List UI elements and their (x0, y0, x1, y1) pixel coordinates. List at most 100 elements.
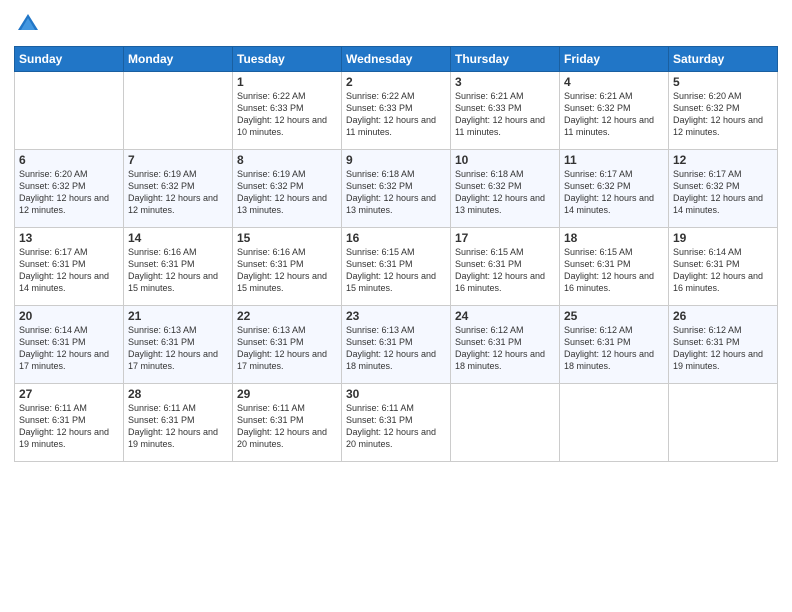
day-cell: 23Sunrise: 6:13 AMSunset: 6:31 PMDayligh… (342, 306, 451, 384)
day-cell: 9Sunrise: 6:18 AMSunset: 6:32 PMDaylight… (342, 150, 451, 228)
day-cell: 1Sunrise: 6:22 AMSunset: 6:33 PMDaylight… (233, 72, 342, 150)
day-cell: 25Sunrise: 6:12 AMSunset: 6:31 PMDayligh… (560, 306, 669, 384)
week-row-1: 6Sunrise: 6:20 AMSunset: 6:32 PMDaylight… (15, 150, 778, 228)
weekday-header-saturday: Saturday (669, 47, 778, 72)
day-info: Sunrise: 6:12 AMSunset: 6:31 PMDaylight:… (673, 324, 773, 373)
day-number: 28 (128, 387, 228, 401)
day-info: Sunrise: 6:22 AMSunset: 6:33 PMDaylight:… (237, 90, 337, 139)
day-info: Sunrise: 6:11 AMSunset: 6:31 PMDaylight:… (237, 402, 337, 451)
day-cell: 16Sunrise: 6:15 AMSunset: 6:31 PMDayligh… (342, 228, 451, 306)
day-cell: 29Sunrise: 6:11 AMSunset: 6:31 PMDayligh… (233, 384, 342, 462)
week-row-4: 27Sunrise: 6:11 AMSunset: 6:31 PMDayligh… (15, 384, 778, 462)
day-number: 17 (455, 231, 555, 245)
day-cell (451, 384, 560, 462)
day-info: Sunrise: 6:11 AMSunset: 6:31 PMDaylight:… (128, 402, 228, 451)
week-row-2: 13Sunrise: 6:17 AMSunset: 6:31 PMDayligh… (15, 228, 778, 306)
weekday-header-sunday: Sunday (15, 47, 124, 72)
day-info: Sunrise: 6:12 AMSunset: 6:31 PMDaylight:… (455, 324, 555, 373)
day-cell: 3Sunrise: 6:21 AMSunset: 6:33 PMDaylight… (451, 72, 560, 150)
day-number: 30 (346, 387, 446, 401)
day-cell (15, 72, 124, 150)
day-info: Sunrise: 6:13 AMSunset: 6:31 PMDaylight:… (346, 324, 446, 373)
day-info: Sunrise: 6:11 AMSunset: 6:31 PMDaylight:… (346, 402, 446, 451)
day-info: Sunrise: 6:13 AMSunset: 6:31 PMDaylight:… (237, 324, 337, 373)
day-info: Sunrise: 6:19 AMSunset: 6:32 PMDaylight:… (237, 168, 337, 217)
day-number: 18 (564, 231, 664, 245)
weekday-header-thursday: Thursday (451, 47, 560, 72)
day-info: Sunrise: 6:15 AMSunset: 6:31 PMDaylight:… (455, 246, 555, 295)
day-info: Sunrise: 6:15 AMSunset: 6:31 PMDaylight:… (346, 246, 446, 295)
day-cell: 28Sunrise: 6:11 AMSunset: 6:31 PMDayligh… (124, 384, 233, 462)
day-number: 26 (673, 309, 773, 323)
day-info: Sunrise: 6:17 AMSunset: 6:32 PMDaylight:… (564, 168, 664, 217)
weekday-header-tuesday: Tuesday (233, 47, 342, 72)
day-number: 14 (128, 231, 228, 245)
day-info: Sunrise: 6:17 AMSunset: 6:32 PMDaylight:… (673, 168, 773, 217)
day-info: Sunrise: 6:21 AMSunset: 6:32 PMDaylight:… (564, 90, 664, 139)
day-cell: 5Sunrise: 6:20 AMSunset: 6:32 PMDaylight… (669, 72, 778, 150)
day-info: Sunrise: 6:22 AMSunset: 6:33 PMDaylight:… (346, 90, 446, 139)
day-cell: 4Sunrise: 6:21 AMSunset: 6:32 PMDaylight… (560, 72, 669, 150)
weekday-header-friday: Friday (560, 47, 669, 72)
header-row: SundayMondayTuesdayWednesdayThursdayFrid… (15, 47, 778, 72)
day-cell: 27Sunrise: 6:11 AMSunset: 6:31 PMDayligh… (15, 384, 124, 462)
day-info: Sunrise: 6:15 AMSunset: 6:31 PMDaylight:… (564, 246, 664, 295)
day-cell: 7Sunrise: 6:19 AMSunset: 6:32 PMDaylight… (124, 150, 233, 228)
day-cell (669, 384, 778, 462)
day-info: Sunrise: 6:14 AMSunset: 6:31 PMDaylight:… (673, 246, 773, 295)
day-cell: 15Sunrise: 6:16 AMSunset: 6:31 PMDayligh… (233, 228, 342, 306)
page: SundayMondayTuesdayWednesdayThursdayFrid… (0, 0, 792, 612)
day-cell: 18Sunrise: 6:15 AMSunset: 6:31 PMDayligh… (560, 228, 669, 306)
day-number: 4 (564, 75, 664, 89)
day-cell: 21Sunrise: 6:13 AMSunset: 6:31 PMDayligh… (124, 306, 233, 384)
day-number: 5 (673, 75, 773, 89)
week-row-0: 1Sunrise: 6:22 AMSunset: 6:33 PMDaylight… (15, 72, 778, 150)
day-number: 23 (346, 309, 446, 323)
day-cell: 11Sunrise: 6:17 AMSunset: 6:32 PMDayligh… (560, 150, 669, 228)
day-info: Sunrise: 6:21 AMSunset: 6:33 PMDaylight:… (455, 90, 555, 139)
day-info: Sunrise: 6:11 AMSunset: 6:31 PMDaylight:… (19, 402, 119, 451)
day-number: 6 (19, 153, 119, 167)
day-info: Sunrise: 6:18 AMSunset: 6:32 PMDaylight:… (346, 168, 446, 217)
weekday-header-monday: Monday (124, 47, 233, 72)
day-cell (124, 72, 233, 150)
day-cell: 20Sunrise: 6:14 AMSunset: 6:31 PMDayligh… (15, 306, 124, 384)
day-info: Sunrise: 6:19 AMSunset: 6:32 PMDaylight:… (128, 168, 228, 217)
day-info: Sunrise: 6:16 AMSunset: 6:31 PMDaylight:… (128, 246, 228, 295)
day-cell: 13Sunrise: 6:17 AMSunset: 6:31 PMDayligh… (15, 228, 124, 306)
day-info: Sunrise: 6:20 AMSunset: 6:32 PMDaylight:… (19, 168, 119, 217)
day-info: Sunrise: 6:12 AMSunset: 6:31 PMDaylight:… (564, 324, 664, 373)
day-number: 29 (237, 387, 337, 401)
day-cell: 2Sunrise: 6:22 AMSunset: 6:33 PMDaylight… (342, 72, 451, 150)
day-number: 16 (346, 231, 446, 245)
day-number: 24 (455, 309, 555, 323)
logo (14, 10, 44, 38)
weekday-header-wednesday: Wednesday (342, 47, 451, 72)
logo-icon (14, 10, 42, 38)
day-number: 9 (346, 153, 446, 167)
day-cell: 17Sunrise: 6:15 AMSunset: 6:31 PMDayligh… (451, 228, 560, 306)
day-info: Sunrise: 6:13 AMSunset: 6:31 PMDaylight:… (128, 324, 228, 373)
day-info: Sunrise: 6:18 AMSunset: 6:32 PMDaylight:… (455, 168, 555, 217)
day-info: Sunrise: 6:17 AMSunset: 6:31 PMDaylight:… (19, 246, 119, 295)
day-cell: 24Sunrise: 6:12 AMSunset: 6:31 PMDayligh… (451, 306, 560, 384)
day-number: 13 (19, 231, 119, 245)
day-cell: 19Sunrise: 6:14 AMSunset: 6:31 PMDayligh… (669, 228, 778, 306)
day-info: Sunrise: 6:14 AMSunset: 6:31 PMDaylight:… (19, 324, 119, 373)
day-number: 8 (237, 153, 337, 167)
day-number: 1 (237, 75, 337, 89)
day-info: Sunrise: 6:16 AMSunset: 6:31 PMDaylight:… (237, 246, 337, 295)
day-number: 15 (237, 231, 337, 245)
day-cell: 10Sunrise: 6:18 AMSunset: 6:32 PMDayligh… (451, 150, 560, 228)
day-number: 7 (128, 153, 228, 167)
day-number: 12 (673, 153, 773, 167)
day-number: 19 (673, 231, 773, 245)
day-cell: 6Sunrise: 6:20 AMSunset: 6:32 PMDaylight… (15, 150, 124, 228)
day-cell: 8Sunrise: 6:19 AMSunset: 6:32 PMDaylight… (233, 150, 342, 228)
day-number: 20 (19, 309, 119, 323)
day-cell (560, 384, 669, 462)
day-number: 2 (346, 75, 446, 89)
day-number: 11 (564, 153, 664, 167)
day-cell: 22Sunrise: 6:13 AMSunset: 6:31 PMDayligh… (233, 306, 342, 384)
day-number: 3 (455, 75, 555, 89)
